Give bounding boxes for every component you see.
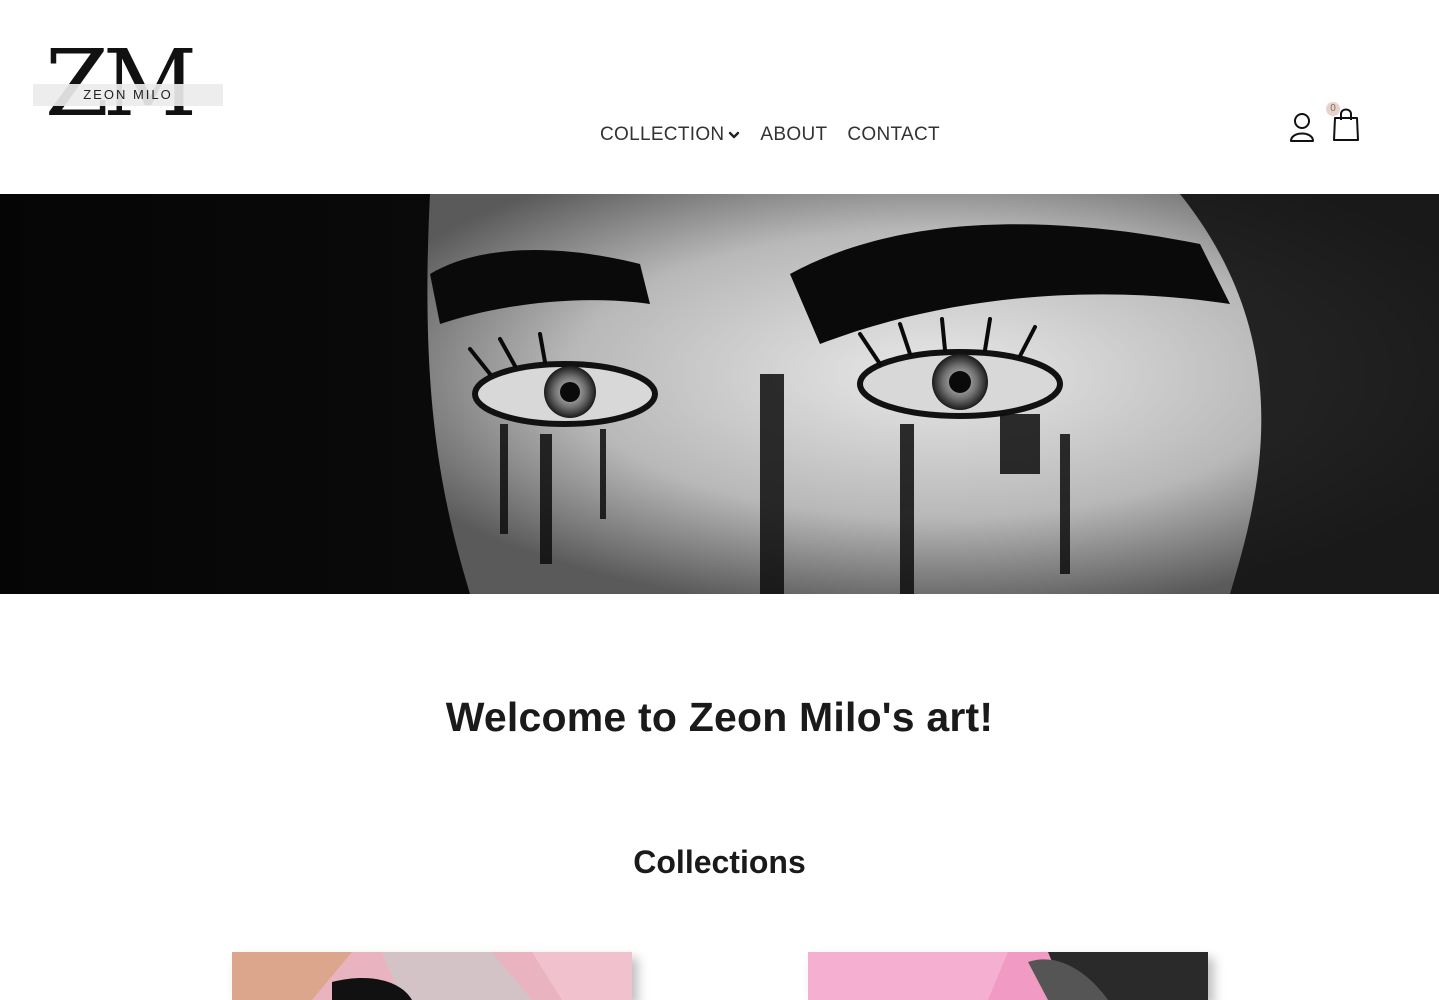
nav-item-contact[interactable]: CONTACT <box>847 124 940 146</box>
nav-item-about[interactable]: ABOUT <box>760 124 827 146</box>
collection-card-image <box>808 952 1208 1000</box>
account-button[interactable] <box>1288 104 1316 149</box>
site-header: ZM ZEON MILO COLLECTION ABOUT CONTACT 0 <box>0 0 1439 194</box>
logo[interactable]: ZM ZEON MILO <box>33 38 223 136</box>
collection-card[interactable] <box>808 952 1208 1000</box>
collection-card[interactable] <box>232 952 632 1000</box>
nav-item-contact-label: CONTACT <box>847 124 940 145</box>
collections-heading: Collections <box>633 844 806 880</box>
cart-button[interactable]: 0 <box>1326 102 1360 149</box>
hero-painting <box>0 194 1439 594</box>
logo-text: ZEON MILO <box>83 87 173 102</box>
hero-banner <box>0 194 1439 594</box>
nav-item-collection-label: COLLECTION <box>600 124 725 145</box>
welcome-heading: Welcome to Zeon Milo's art! <box>445 694 994 740</box>
cart-count-badge: 0 <box>1326 102 1340 116</box>
nav-item-about-label: ABOUT <box>760 124 828 145</box>
chevron-down-icon <box>729 131 740 139</box>
collection-card-image <box>232 952 632 1000</box>
main-nav: COLLECTION ABOUT CONTACT <box>600 124 940 146</box>
nav-item-collection[interactable]: COLLECTION <box>600 124 740 146</box>
header-icons: 0 <box>1288 102 1360 149</box>
user-icon <box>1290 113 1314 142</box>
